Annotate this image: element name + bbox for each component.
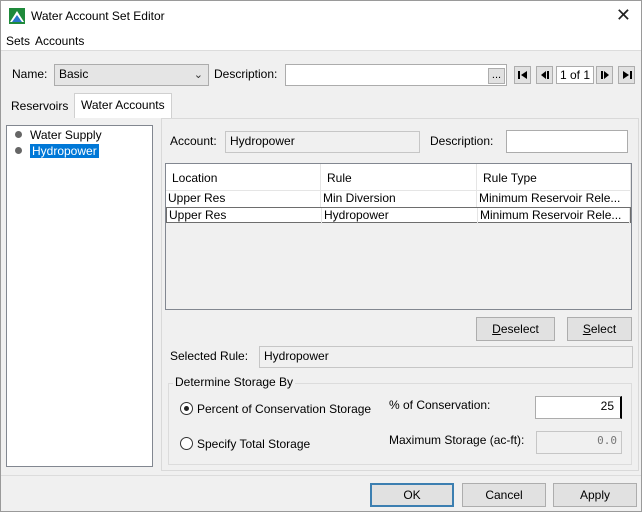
column-header-rule[interactable]: Rule [321, 164, 477, 191]
first-record-button[interactable] [514, 66, 531, 84]
menu-accounts[interactable]: Accounts [35, 34, 84, 48]
title-bar: Water Account Set Editor ✕ [1, 1, 641, 31]
account-tree: Water Supply Hydropower [6, 125, 153, 467]
account-description-label: Description: [430, 134, 494, 148]
cell-rule-type: Minimum Reservoir Rele... [478, 208, 630, 224]
previous-record-button[interactable] [536, 66, 553, 84]
table-row[interactable]: Upper Res Min Diversion Minimum Reservoi… [166, 191, 631, 207]
percent-conservation-label: % of Conservation: [389, 398, 491, 412]
tab-water-accounts[interactable]: Water Accounts [74, 93, 172, 118]
last-record-button[interactable] [618, 66, 635, 84]
chevron-down-icon: ⌄ [193, 69, 203, 81]
tree-node-icon [15, 131, 22, 138]
max-storage-input: 0.0 [536, 431, 622, 454]
menu-sets[interactable]: Sets [6, 34, 30, 48]
cell-location: Upper Res [166, 191, 321, 207]
radio-percent-label[interactable]: Percent of Conservation Storage [197, 402, 371, 416]
next-icon [601, 71, 609, 79]
deselect-button[interactable]: Deselect [476, 317, 555, 341]
name-label: Name: [12, 67, 48, 81]
tab-reservoirs[interactable]: Reservoirs [5, 95, 74, 117]
storage-group-title: Determine Storage By [173, 375, 296, 389]
tree-item-label: Hydropower [30, 144, 99, 158]
table-row[interactable]: Upper Res Hydropower Minimum Reservoir R… [166, 207, 631, 224]
column-header-location[interactable]: Location [166, 164, 321, 191]
app-icon [9, 8, 25, 24]
next-record-button[interactable] [596, 66, 613, 84]
previous-icon [541, 71, 549, 79]
radio-total-label[interactable]: Specify Total Storage [197, 437, 310, 451]
ok-button[interactable]: OK [370, 483, 454, 507]
name-combo-value: Basic [59, 67, 89, 81]
account-description-input[interactable] [506, 130, 628, 153]
percent-conservation-input[interactable]: 25 [535, 396, 622, 419]
close-icon[interactable]: ✕ [616, 5, 631, 25]
tree-node-icon [15, 147, 22, 154]
radio-total-storage[interactable] [180, 437, 193, 450]
cancel-button[interactable]: Cancel [462, 483, 546, 507]
account-name-field: Hydropower [225, 131, 420, 153]
selected-rule-label: Selected Rule: [170, 349, 249, 363]
tree-item-water-supply[interactable]: Water Supply [15, 128, 102, 142]
description-label: Description: [214, 67, 278, 81]
tree-item-hydropower[interactable]: Hydropower [15, 144, 99, 158]
cell-rule: Min Diversion [321, 191, 477, 207]
cell-rule-type: Minimum Reservoir Rele... [477, 191, 631, 207]
cell-location: Upper Res [167, 208, 322, 224]
apply-button[interactable]: Apply [553, 483, 637, 507]
cell-rule: Hydropower [322, 208, 478, 224]
menu-bar: Sets Accounts [1, 31, 641, 51]
radio-percent-conservation[interactable] [180, 402, 193, 415]
select-button[interactable]: Select [567, 317, 632, 341]
set-description-input[interactable] [285, 64, 507, 86]
tree-item-label: Water Supply [30, 128, 102, 142]
name-combo[interactable]: Basic ⌄ [54, 64, 209, 86]
radio-selected-dot [184, 406, 189, 411]
rules-table: Location Rule Rule Type Upper Res Min Di… [165, 163, 632, 310]
max-storage-label: Maximum Storage (ac-ft): [389, 433, 525, 447]
page-indicator: 1 of 1 [556, 66, 594, 84]
selected-rule-field: Hydropower [259, 346, 633, 368]
last-icon [623, 71, 632, 79]
column-header-rule-type[interactable]: Rule Type [477, 164, 631, 191]
description-browse-button[interactable]: ... [488, 68, 505, 84]
first-icon [518, 71, 527, 79]
account-label: Account: [170, 134, 217, 148]
window-title: Water Account Set Editor [31, 9, 165, 23]
editor-window: Water Account Set Editor ✕ Sets Accounts… [0, 0, 642, 512]
